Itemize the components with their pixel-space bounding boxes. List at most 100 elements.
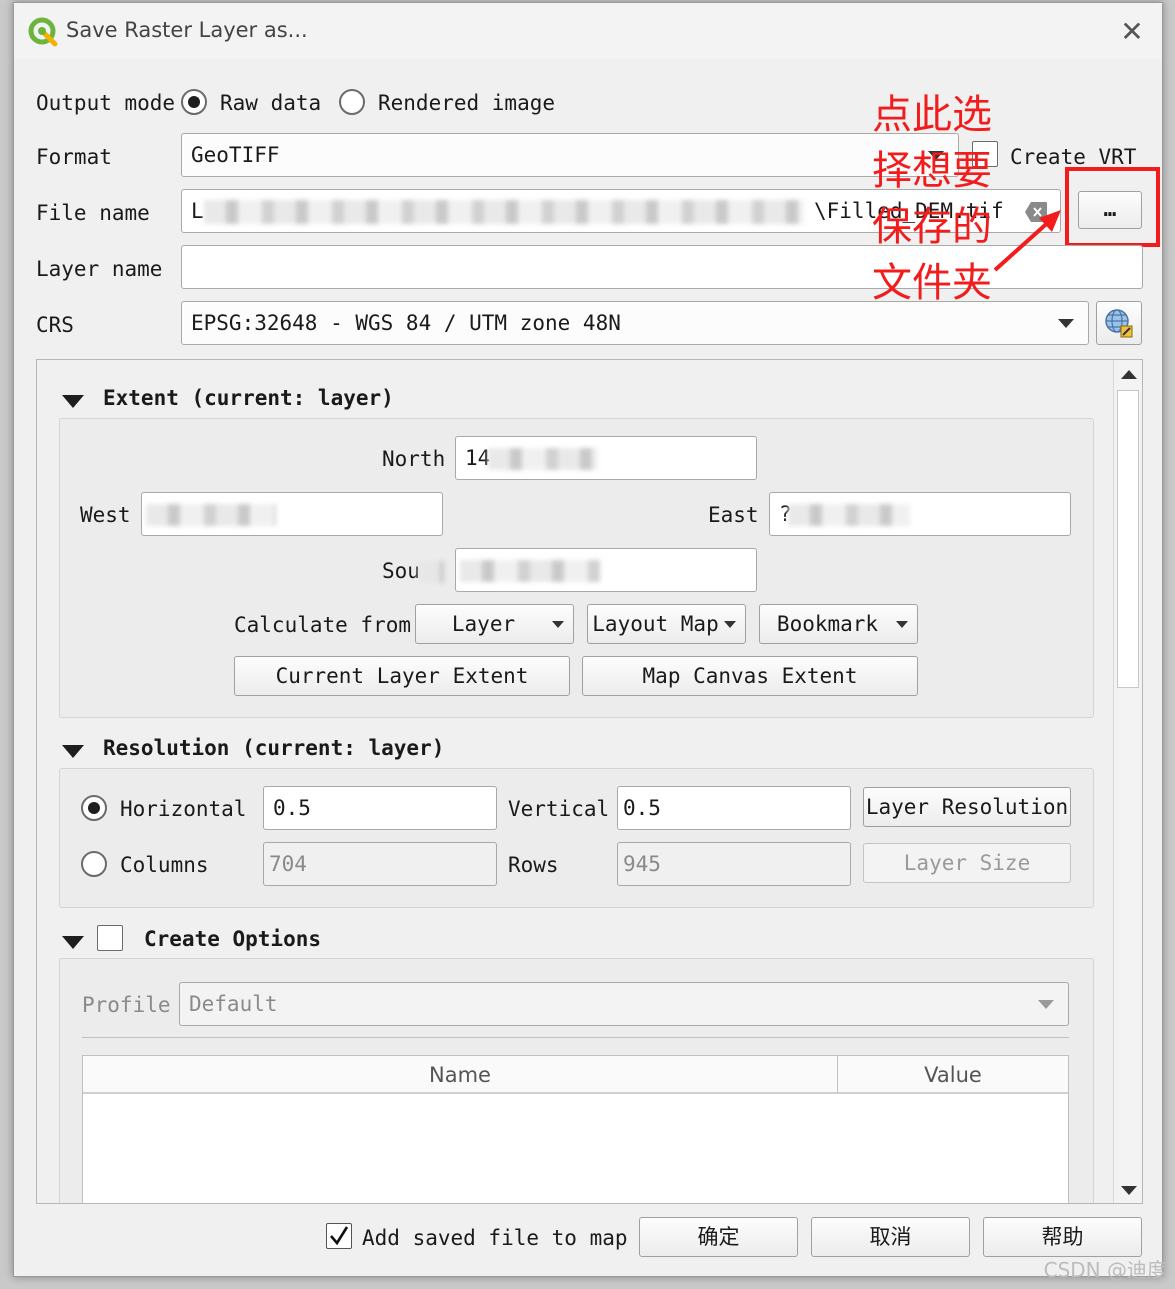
layer-extent-dropdown[interactable]: Layer [415,604,574,644]
east-input[interactable]: ? [769,492,1071,536]
window-title: Save Raster Layer as... [66,18,308,42]
resolution-group: Horizontal 0.5 Vertical 0.5 Layer Resolu… [59,768,1094,908]
profile-value: Default [189,992,278,1016]
create-options-title: Create Options [144,927,322,951]
west-label: West [80,503,131,527]
extent-title: Extent (current: layer) [103,386,394,410]
annotation-line: 保存的 [872,204,992,250]
calculate-from-label: Calculate from [234,613,412,637]
rows-input[interactable]: 945 [617,842,851,886]
redacted-value [146,504,276,526]
vertical-input[interactable]: 0.5 [617,786,851,830]
north-input[interactable]: 14 [455,436,757,480]
table-header-name[interactable]: Name [83,1056,838,1094]
bookmark-button-label: Bookmark [776,612,879,636]
annotation-highlight-box [1065,167,1160,247]
map-canvas-extent-button[interactable]: Map Canvas Extent [582,656,918,696]
close-button[interactable]: ✕ [1114,15,1150,51]
profile-combo[interactable]: Default [179,982,1069,1026]
help-button[interactable]: 帮助 [983,1217,1142,1257]
scrollbar-thumb[interactable] [1117,390,1139,688]
collapse-triangle-icon[interactable] [62,745,84,758]
create-options-checkbox[interactable] [97,925,123,951]
horizontal-radio[interactable] [81,795,107,821]
north-label: North [382,447,446,471]
horizontal-input[interactable]: 0.5 [263,786,497,830]
layer-resolution-button[interactable]: Layer Resolution [863,787,1071,827]
layout-map-dropdown[interactable]: Layout Map [587,604,746,644]
annotation-line: 文件夹 [872,260,992,306]
file-name-start: L [191,199,204,223]
bookmark-dropdown[interactable]: Bookmark [759,604,918,644]
scroll-up-icon[interactable] [1121,370,1137,379]
profile-label: Profile [82,993,171,1017]
output-mode-label: Output mode [36,91,176,115]
vertical-label: Vertical [508,797,610,821]
options-table: Name Value [82,1055,1069,1203]
annotation-line: 择想要 [872,148,992,194]
close-icon: ✕ [1120,15,1144,48]
format-label: Format [36,145,112,169]
extent-group: North 14 West East ? Sou Calculate from … [59,418,1094,718]
crs-label: CRS [36,313,74,337]
rendered-image-radio[interactable] [339,89,365,115]
raw-data-label: Raw data [220,91,322,115]
vertical-scrollbar[interactable] [1113,360,1142,1203]
file-name-label: File name [36,201,150,225]
ok-button[interactable]: 确定 [639,1217,798,1257]
divider [82,1037,1069,1038]
table-header-value[interactable]: Value [838,1056,1068,1094]
south-label: Sou [382,559,420,583]
crs-value: EPSG:32648 - WGS 84 / UTM zone 48N [191,311,621,335]
north-value: 14 [465,446,491,470]
add-to-map-label: Add saved file to map [362,1226,628,1250]
south-input[interactable] [455,548,757,592]
chevron-down-icon [552,621,564,628]
chevron-down-icon [896,621,908,628]
columns-input[interactable]: 704 [263,842,497,886]
chevron-down-icon [724,621,736,628]
redacted-path [204,200,804,224]
rows-label: Rows [508,853,559,877]
checkmark-icon [330,1226,349,1246]
horizontal-label: Horizontal [120,797,247,821]
chevron-down-icon [1038,1000,1054,1009]
cancel-button[interactable]: 取消 [811,1217,970,1257]
layer-size-button[interactable]: Layer Size [863,843,1071,883]
columns-radio[interactable] [81,851,107,877]
create-options-group: Profile Default Name Value [59,958,1094,1203]
create-vrt-label: Create VRT [1010,145,1137,169]
chevron-down-icon [1058,319,1074,328]
columns-label: Columns [120,853,209,877]
current-layer-extent-button[interactable]: Current Layer Extent [234,656,570,696]
columns-value: 704 [269,852,307,876]
collapse-triangle-icon[interactable] [62,395,84,408]
vertical-value: 0.5 [623,796,661,820]
watermark: CSDN @迪度 [1043,1258,1167,1282]
east-label: East [708,503,759,527]
globe-icon [1105,309,1133,338]
redacted-label [418,561,444,583]
annotation-line: 点此选 [872,92,992,138]
options-scroll-area: Extent (current: layer) North 14 West Ea… [36,359,1143,1204]
format-combo[interactable]: GeoTIFF [181,133,959,177]
redacted-value [488,448,598,470]
west-input[interactable] [141,492,443,536]
scroll-down-icon[interactable] [1121,1186,1137,1195]
add-to-map-checkbox[interactable] [326,1223,352,1249]
raw-data-radio[interactable] [181,89,207,115]
collapse-triangle-icon[interactable] [62,936,84,949]
rendered-image-label: Rendered image [378,91,556,115]
rows-value: 945 [623,852,661,876]
annotation-note: 点此选 择想要 保存的 文件夹 [872,87,992,311]
horizontal-value: 0.5 [273,796,311,820]
redacted-value [788,504,910,526]
select-crs-button[interactable] [1096,301,1142,345]
resolution-title: Resolution (current: layer) [103,736,445,760]
redacted-value [460,560,600,582]
qgis-logo-icon [28,17,58,47]
layer-name-label: Layer name [36,257,163,281]
layer-button-label: Layer [451,612,516,636]
annotation-arrow-icon [993,210,1061,272]
save-raster-dialog: Save Raster Layer as... ✕ Output mode Ra… [13,2,1163,1277]
